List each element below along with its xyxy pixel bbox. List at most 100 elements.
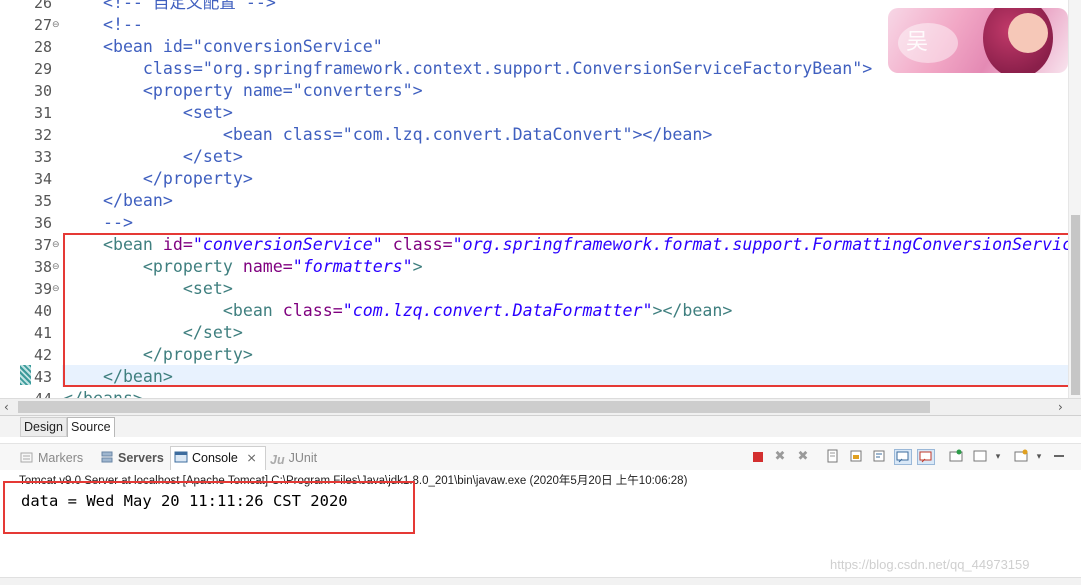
code-line[interactable]: <property name="converters"> — [63, 80, 423, 102]
code-line[interactable]: </set> — [63, 146, 243, 168]
remove-launch-icon[interactable]: ✖ — [771, 449, 789, 465]
tab-design[interactable]: Design — [20, 417, 67, 437]
code-token: <property name="converters"> — [63, 81, 423, 100]
console-icon — [174, 451, 188, 464]
scroll-right-arrow-icon[interactable]: › — [1058, 399, 1063, 415]
code-token: <!-- — [63, 15, 143, 34]
code-line[interactable]: </property> — [63, 344, 253, 366]
line-number: 40 — [33, 302, 52, 320]
anime-avatar-image: 吴 — [888, 8, 1068, 73]
console-output-text: data = Wed May 20 11:11:26 CST 2020 — [21, 492, 348, 510]
code-line[interactable]: <bean class="com.lzq.convert.DataFormatt… — [63, 300, 733, 322]
code-token: id= — [162, 235, 193, 254]
code-line[interactable]: --> — [63, 212, 133, 234]
xml-editor[interactable]: 26 27 ⊖ 28 29 30 31 32 33 34 35 36 37 ⊖ 38 ⊖ 39 ⊖ 40 41 42 43… — [0, 0, 1081, 398]
line-number: 41 — [33, 324, 52, 342]
vertical-scroll-thumb[interactable] — [1071, 215, 1080, 395]
line-number: 32 — [33, 126, 52, 144]
line-number: 30 — [33, 82, 52, 100]
code-line[interactable]: <set> — [63, 102, 233, 124]
code-line[interactable]: <set> — [63, 278, 233, 300]
tab-junit[interactable]: Ju JUnit — [270, 450, 317, 467]
tab-servers[interactable]: Servers — [100, 450, 164, 467]
watermark: https://blog.csdn.net/qq_44973159 — [830, 557, 1030, 572]
code-line[interactable]: <bean class="com.lzq.convert.DataConvert… — [63, 124, 713, 146]
line-number: 29 — [33, 60, 52, 78]
chevron-down-icon[interactable]: ▾ — [989, 449, 1007, 465]
line-number: 34 — [33, 170, 52, 188]
status-strip — [0, 577, 1081, 585]
pin-console-icon[interactable] — [947, 449, 965, 465]
code-token: class= — [392, 235, 453, 254]
line-number: 35 — [33, 192, 52, 210]
code-token: <bean — [63, 301, 283, 320]
tab-markers-label: Markers — [38, 451, 84, 465]
code-token: "org.springframework.format.support.Form… — [452, 235, 1081, 254]
line-number-gutter: 26 27 ⊖ 28 29 30 31 32 33 34 35 36 37 ⊖ 38 ⊖ 39 ⊖ 40 41 42 43… — [0, 0, 62, 398]
code-token: <property — [63, 257, 243, 276]
code-token: </beans> — [63, 389, 143, 398]
fold-toggle-icon[interactable]: ⊖ — [52, 256, 62, 278]
show-on-stdout-icon[interactable] — [894, 449, 912, 465]
open-console-icon[interactable] — [1012, 449, 1030, 465]
minimize-icon[interactable] — [1050, 449, 1068, 465]
horizontal-scroll-thumb[interactable] — [18, 401, 930, 413]
line-number: 37 — [33, 236, 52, 254]
tab-source[interactable]: Source — [67, 417, 115, 437]
code-line[interactable]: <bean id="conversionService" class="org.… — [63, 234, 1081, 256]
code-token: <set> — [63, 279, 233, 298]
code-token: </property> — [63, 169, 253, 188]
code-line[interactable]: class="org.springframework.context.suppo… — [63, 58, 872, 80]
code-token: "conversionService" — [192, 235, 383, 254]
tab-junit-label: JUnit — [288, 451, 318, 465]
fold-toggle-icon[interactable]: ⊖ — [52, 14, 62, 36]
tab-console[interactable]: Console ⨯ — [174, 450, 257, 467]
code-line[interactable]: </bean> — [63, 190, 173, 212]
code-line[interactable]: </bean> — [63, 366, 173, 388]
code-token: </bean> — [63, 191, 173, 210]
close-icon[interactable]: ⨯ — [246, 451, 256, 465]
avatar-signature: 吴 — [906, 30, 929, 55]
clear-console-icon[interactable] — [824, 449, 842, 465]
code-line[interactable]: <!-- 自定义配置 --> — [63, 0, 276, 14]
vertical-scrollbar[interactable] — [1068, 0, 1081, 398]
line-number: 42 — [33, 346, 52, 364]
console-process-label: Tomcat v9.0 Server at localhost [Apache … — [19, 472, 1081, 488]
fold-toggle-icon[interactable]: ⊖ — [52, 278, 62, 300]
servers-icon — [100, 451, 114, 464]
code-token: "com.lzq.convert.DataFormatter" — [342, 301, 653, 320]
code-line[interactable]: <!-- — [63, 14, 143, 36]
word-wrap-icon[interactable] — [870, 449, 888, 465]
fold-toggle-icon[interactable]: ⊖ — [52, 234, 62, 256]
scroll-left-arrow-icon[interactable]: ‹ — [4, 399, 9, 415]
code-line[interactable]: </property> — [63, 168, 253, 190]
code-line[interactable]: <bean id="conversionService" — [63, 36, 383, 58]
code-line[interactable]: </beans> — [63, 388, 143, 398]
display-selected-console-icon[interactable] — [971, 449, 989, 465]
line-number: 44 — [0, 388, 52, 398]
chevron-down-icon[interactable]: ▾ — [1030, 449, 1048, 465]
code-token: <bean class="com.lzq.convert.DataConvert… — [63, 125, 713, 144]
scroll-lock-icon[interactable] — [847, 449, 865, 465]
line-number: 27 — [33, 16, 52, 34]
code-line[interactable]: <property name="formatters"> — [63, 256, 423, 278]
horizontal-scrollbar[interactable]: ‹ › — [0, 398, 1081, 415]
code-token: <!-- 自定义配置 --> — [63, 0, 276, 12]
view-separator — [0, 437, 1081, 444]
terminate-icon[interactable] — [749, 449, 767, 465]
line-number: 28 — [33, 38, 52, 56]
show-on-stderr-icon[interactable] — [917, 449, 935, 465]
remove-all-terminated-icon[interactable]: ✖ — [794, 449, 812, 465]
code-token: > — [412, 257, 423, 276]
tab-markers[interactable]: Markers — [20, 450, 83, 467]
code-token: name= — [242, 257, 293, 276]
code-token: <set> — [63, 103, 233, 122]
code-token: </bean> — [63, 367, 173, 386]
code-line[interactable]: </set> — [63, 322, 243, 344]
tab-console-label: Console — [192, 451, 238, 465]
code-token: </set> — [63, 147, 243, 166]
line-number: 31 — [33, 104, 52, 122]
current-line-highlight — [62, 365, 1072, 387]
current-line-marker — [20, 365, 31, 385]
